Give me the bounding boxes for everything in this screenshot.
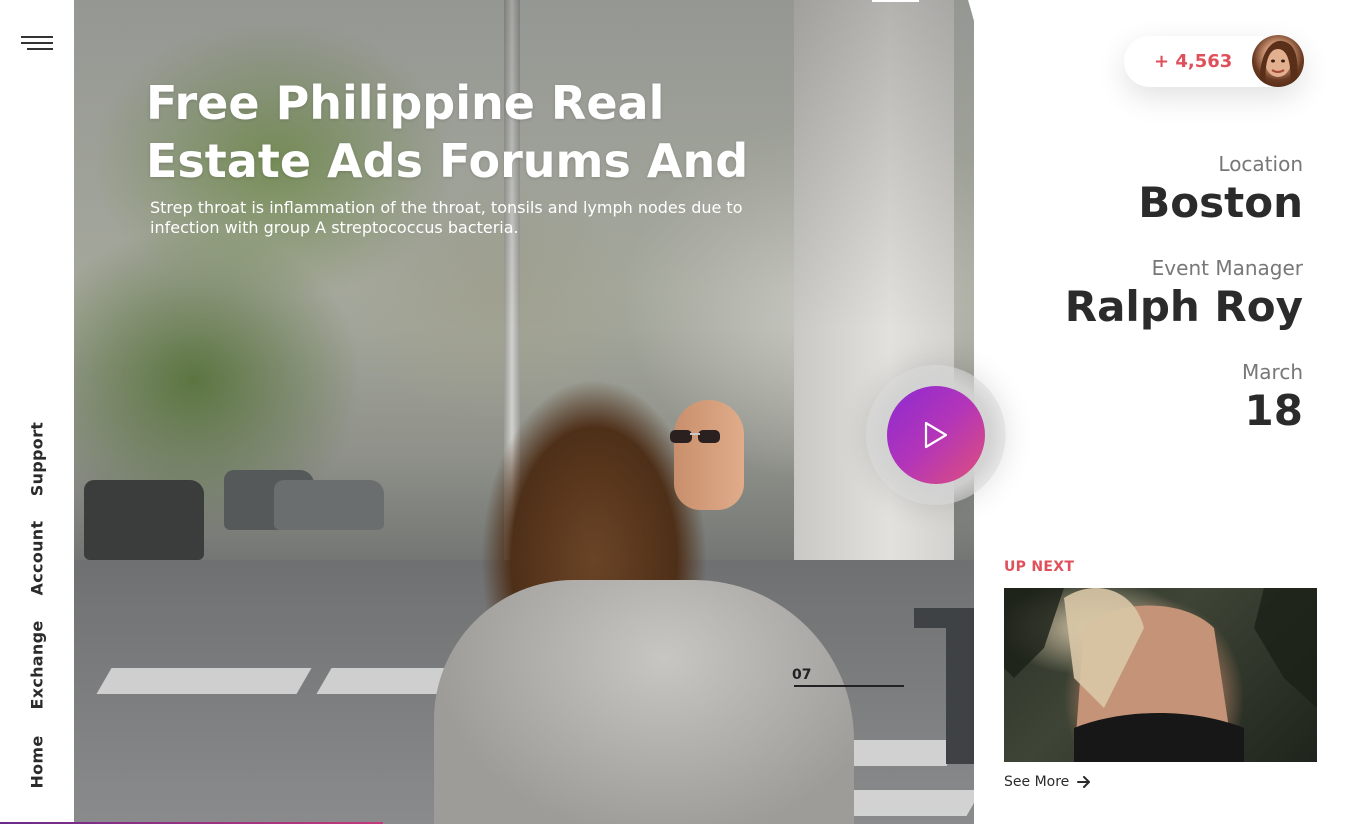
sidebar: Home Exchange Account Support — [0, 0, 74, 824]
day-value: 18 — [1244, 386, 1303, 435]
nav-item-exchange[interactable]: Exchange — [28, 620, 47, 709]
top-indicator — [872, 0, 919, 2]
up-next-label: UP NEXT — [1004, 559, 1075, 575]
hamburger-icon[interactable] — [21, 36, 53, 52]
hero-title: Free Philippine Real Estate Ads Forums A… — [146, 74, 846, 190]
up-next-thumbnail[interactable] — [1004, 588, 1317, 762]
follower-count: + 4,563 — [1154, 51, 1233, 72]
play-button[interactable] — [887, 386, 985, 484]
hero-description: Strep throat is inflammation of the thro… — [150, 198, 743, 237]
see-more-label: See More — [1004, 774, 1070, 790]
play-icon — [924, 421, 948, 449]
month-label: March — [1242, 360, 1303, 384]
nav-item-home[interactable]: Home — [28, 735, 47, 788]
location-label: Location — [1218, 152, 1303, 176]
arrow-right-icon — [1077, 776, 1091, 788]
location-value: Boston — [1138, 178, 1303, 227]
slide-current-number: 07 — [792, 667, 812, 683]
see-more-link[interactable]: See More — [1004, 774, 1091, 790]
hero-title-line-2: Estate Ads Forums And — [146, 134, 749, 188]
hero-title-line-1: Free Philippine Real — [146, 76, 665, 130]
avatar[interactable] — [1252, 35, 1304, 87]
nav-item-account[interactable]: Account — [28, 521, 47, 596]
event-manager-value: Ralph Roy — [1064, 282, 1303, 331]
slide-big-number — [914, 608, 974, 764]
nav-item-support[interactable]: Support — [28, 422, 47, 496]
slide-progress-line — [794, 685, 904, 687]
event-manager-label: Event Manager — [1151, 256, 1303, 280]
